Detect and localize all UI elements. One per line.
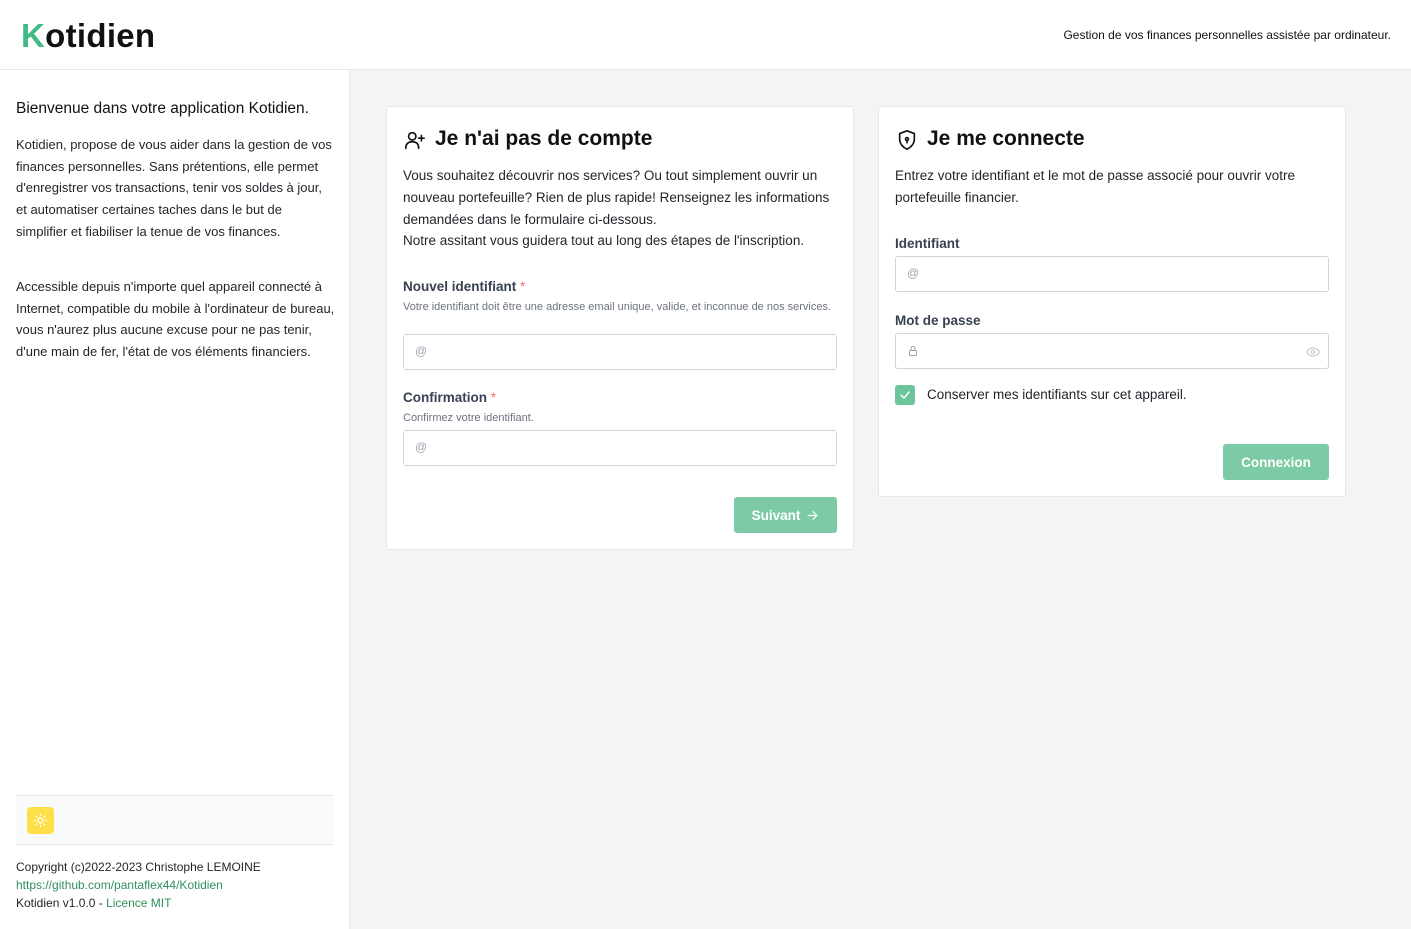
at-icon: @ xyxy=(907,266,920,280)
next-button[interactable]: Suivant xyxy=(734,497,837,533)
check-icon xyxy=(900,391,910,399)
register-description: Vous souhaitez découvrir nos services? O… xyxy=(403,168,830,227)
login-button-label: Connexion xyxy=(1241,454,1311,470)
login-title: Je me connecte xyxy=(927,127,1085,150)
app-header: Kotidien Gestion de vos finances personn… xyxy=(0,0,1411,70)
license-link[interactable]: Licence MIT xyxy=(106,896,171,910)
required-mark: * xyxy=(490,390,497,405)
password-input[interactable] xyxy=(895,333,1329,369)
welcome-title: Bienvenue dans votre application Kotidie… xyxy=(16,100,309,117)
theme-switcher xyxy=(16,795,333,845)
confirm-label: Confirmation * xyxy=(403,390,496,405)
required-mark: * xyxy=(520,279,526,294)
shield-lock-icon xyxy=(898,130,916,150)
login-card: Je me connecte Entrez votre identifiant … xyxy=(878,106,1346,497)
version-line: Kotidien v1.0.0 - Licence MIT xyxy=(16,894,171,912)
app-tagline: Gestion de vos finances personnelles ass… xyxy=(1063,28,1391,42)
confirm-label-text: Confirmation xyxy=(403,390,487,405)
identifier-input[interactable]: @ xyxy=(895,256,1329,292)
new-id-help: Votre identifiant doit être une adresse … xyxy=(403,301,832,313)
remember-label[interactable]: Conserver mes identifiants sur cet appar… xyxy=(927,387,1187,402)
lock-icon xyxy=(909,346,917,356)
at-icon: @ xyxy=(415,440,428,454)
version-text: Kotidien v1.0.0 - xyxy=(16,896,107,910)
confirm-help: Confirmez votre identifiant. xyxy=(403,412,534,424)
at-icon: @ xyxy=(415,344,428,358)
login-button[interactable]: Connexion xyxy=(1223,444,1329,480)
arrow-right-icon xyxy=(807,510,818,520)
password-label: Mot de passe xyxy=(895,313,981,328)
copyright-text: Copyright (c)2022-2023 Christophe LEMOIN… xyxy=(16,860,261,874)
register-assistant-note: Notre assitant vous guidera tout au long… xyxy=(403,233,805,248)
identifier-label: Identifiant xyxy=(895,236,960,251)
new-id-label: Nouvel identifiant * xyxy=(403,279,525,294)
new-id-input[interactable]: @ xyxy=(403,334,837,370)
repo-link[interactable]: https://github.com/pantaflex44/Kotidien xyxy=(16,876,223,894)
sidebar: Bienvenue dans votre application Kotidie… xyxy=(0,70,350,929)
confirm-id-input[interactable]: @ xyxy=(403,430,837,466)
app-logo[interactable]: Kotidien xyxy=(21,16,155,56)
new-id-label-text: Nouvel identifiant xyxy=(403,279,517,294)
user-plus-icon xyxy=(405,131,425,150)
access-paragraph: Accessible depuis n'importe quel apparei… xyxy=(16,279,335,360)
intro-paragraph: Kotidien, propose de vous aider dans la … xyxy=(16,137,332,239)
eye-icon[interactable] xyxy=(1306,345,1320,359)
sun-icon xyxy=(33,813,48,828)
register-title: Je n'ai pas de compte xyxy=(435,127,653,150)
login-description: Entrez votre identifiant et le mot de pa… xyxy=(895,168,1295,205)
theme-toggle-button[interactable] xyxy=(27,807,54,834)
remember-checkbox[interactable] xyxy=(895,385,915,405)
register-card: Je n'ai pas de compte Vous souhaitez déc… xyxy=(386,106,854,550)
next-button-label: Suivant xyxy=(751,507,801,523)
